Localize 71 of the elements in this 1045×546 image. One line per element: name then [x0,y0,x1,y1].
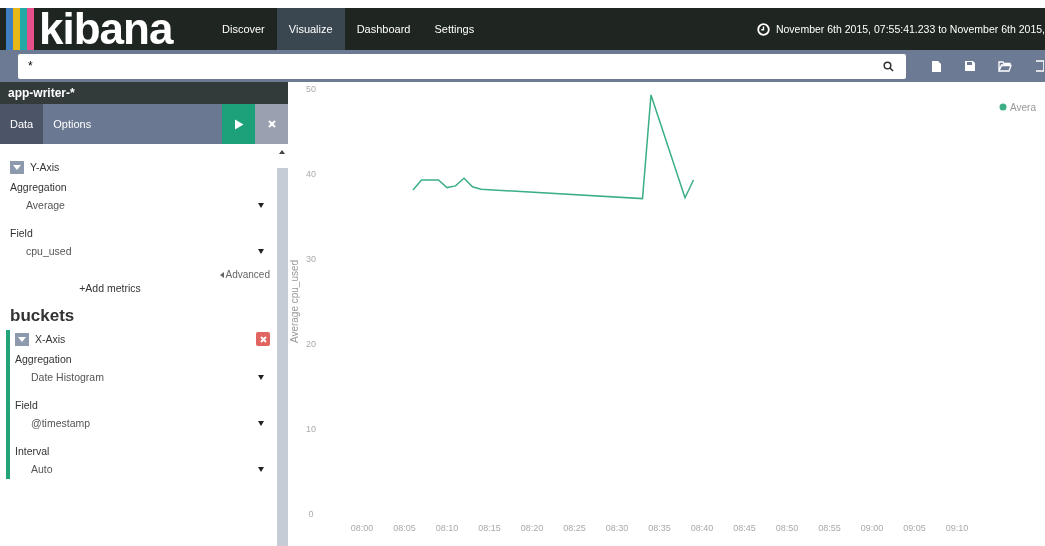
scroll-up-icon[interactable] [279,150,285,154]
field-label: Interval [15,445,51,459]
field-label: Field [10,227,34,241]
tick-label: 08:35 [648,523,671,533]
tick-label: 20 [306,339,316,349]
clock-icon [756,22,770,36]
collapse-toggle[interactable] [15,332,29,346]
nav-tab[interactable]: Discover [210,8,277,50]
index-pattern: app-writer-* [0,82,288,104]
axis-title: Average cpu_used [289,259,300,344]
agg-title: Y-Axis [30,161,60,173]
tick-label: 0 [308,509,314,519]
nav-tab[interactable]: Dashboard [344,8,423,50]
nav-tab[interactable]: Settings [422,8,487,50]
caret-down-icon [13,164,21,170]
select-field[interactable]: Average [10,195,270,215]
tick-label: 08:20 [520,523,544,533]
kibana-logo[interactable]: kibana [39,8,173,50]
field-label: Aggregation [10,181,68,195]
tick-label: 30 [306,254,316,264]
close-icon [267,120,276,128]
add-metrics-button[interactable]: +Add metrics [75,280,145,296]
apply-button[interactable] [222,104,255,144]
caret-left-icon [219,271,224,278]
caret-down-icon [258,420,264,426]
caret-down-icon [258,466,264,472]
time-range[interactable]: November 6th 2015, 07:55:41.233 to November 6th 2015, [775,23,1045,35]
remove-button[interactable] [256,332,270,346]
sidebar-tab[interactable]: Options [43,104,102,144]
tick-label: 40 [306,169,316,179]
field-label: Field [15,399,39,413]
close-icon [259,335,267,343]
tick-label: 08:45 [733,523,756,533]
sidebar-tab[interactable]: Data [0,104,44,144]
select-field[interactable]: Auto [15,459,270,479]
nav-tab[interactable]: Visualize [276,8,345,50]
select-field[interactable]: Date Histogram [15,367,270,387]
caret-down-icon [258,202,264,208]
new-document-icon[interactable] [931,59,942,73]
tick-label: 08:05 [393,523,416,533]
save-icon[interactable] [964,60,976,72]
field-label: Aggregation [15,353,73,367]
discard-button[interactable] [255,104,288,144]
caret-down-icon [258,374,264,380]
tick-label: 50 [306,84,316,94]
tick-label: 08:25 [563,523,586,533]
tick-label: 09:05 [903,523,926,533]
tick-label: 08:15 [478,523,501,533]
section-heading: buckets [10,306,76,326]
folder-icon[interactable] [998,60,1012,72]
advanced-link[interactable]: Advanced [219,269,270,280]
tick-label: 08:50 [775,523,799,533]
tick-label: 08:40 [690,523,714,533]
collapse-toggle[interactable] [10,160,24,174]
search-icon [883,60,894,72]
tick-label: 08:00 [350,523,374,533]
tick-label: 08:55 [818,523,841,533]
select-field[interactable]: cpu_used [10,241,270,261]
tick-label: 08:10 [435,523,459,533]
tick-label: 09:00 [860,523,884,533]
tick-label: 10 [306,424,316,434]
search-field[interactable]: * [18,53,906,79]
play-icon [233,118,244,130]
caret-down-icon [18,336,26,342]
agg-title: X-Axis [35,333,66,345]
tick-label: 08:30 [605,523,629,533]
select-field[interactable]: @timestamp [15,413,270,433]
tick-label: 09:10 [945,523,969,533]
scrollbar[interactable] [276,168,288,546]
caret-down-icon [258,248,264,254]
logo-stripes-icon[interactable] [6,8,34,50]
